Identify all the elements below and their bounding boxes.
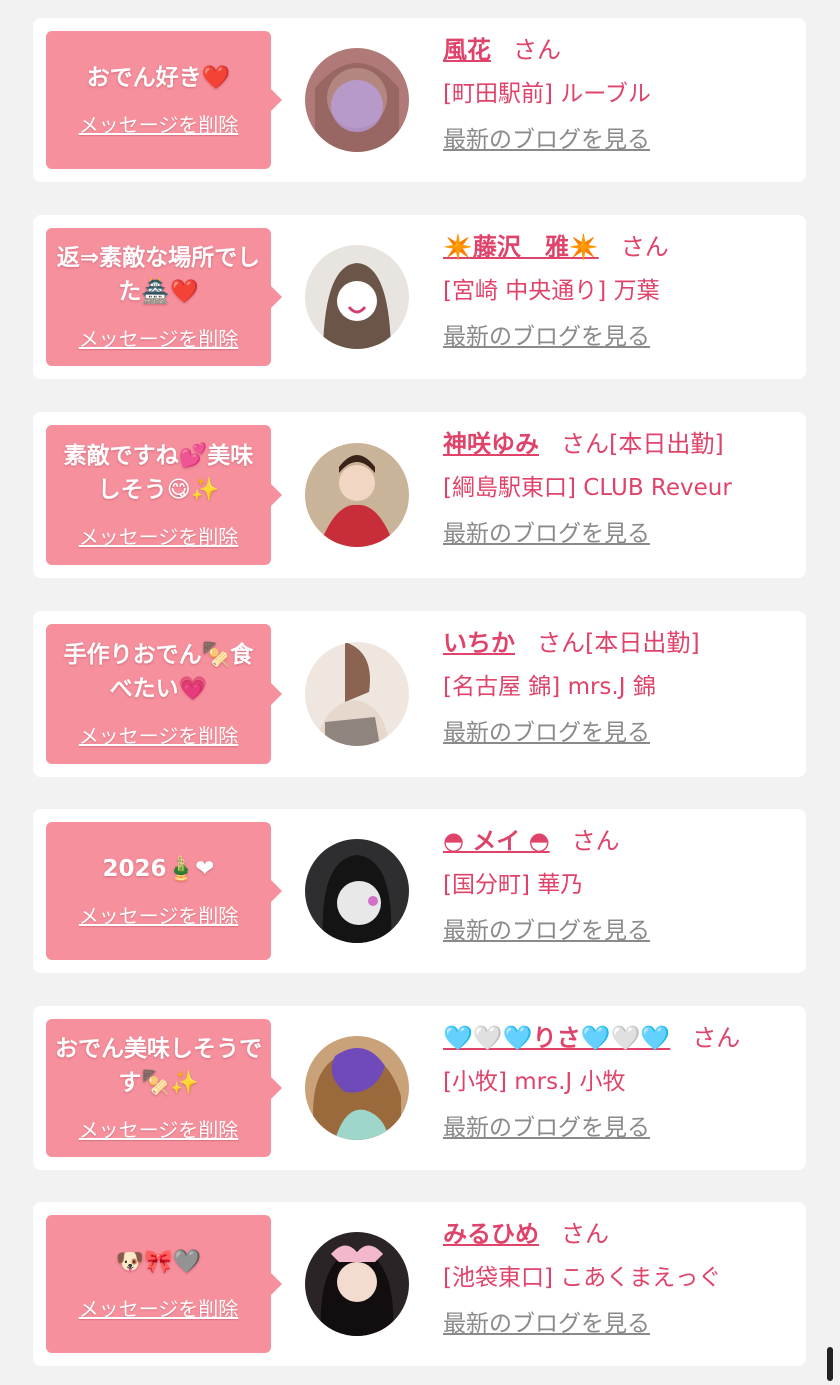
delete-message-link[interactable]: メッセージを削除 [79, 323, 239, 352]
delete-message-link[interactable]: メッセージを削除 [79, 521, 239, 550]
avatar[interactable] [305, 48, 409, 152]
shop-location: [小牧] mrs.J 小牧 [443, 1069, 626, 1095]
shop-location: [国分町] 華乃 [443, 872, 584, 898]
girl-info: 風花 さん [町田駅前] ルーブル 最新のブログを見る [443, 33, 796, 157]
girl-info: 神咲ゆみ さん[本日出勤] [綱島駅東口] CLUB Reveur 最新のブログを… [443, 427, 796, 551]
girl-name-link[interactable]: ✴️藤沢 雅✴️ [443, 233, 599, 261]
avatar[interactable] [305, 1036, 409, 1140]
delete-message-link[interactable]: メッセージを削除 [79, 1293, 239, 1322]
girl-info: みるひめ さん [池袋東口] こあくまえっぐ 最新のブログを見る [443, 1217, 796, 1341]
latest-blog-link[interactable]: 最新のブログを見る [443, 517, 650, 551]
message-list: おでん好き❤️ メッセージを削除 風花 さん [町田駅前] ルーブル 最新のブログ… [0, 0, 840, 1385]
shop-location: [綱島駅東口] CLUB Reveur [443, 475, 732, 501]
honorific: さん [513, 36, 561, 64]
shop-location: [町田駅前] ルーブル [443, 81, 651, 107]
message-text: 2026🎍❤ [102, 855, 215, 882]
message-bubble: 2026🎍❤ メッセージを削除 [46, 822, 282, 960]
message-bubble: おでん美味しそうです🍢✨ メッセージを削除 [46, 1019, 282, 1157]
honorific: さん [537, 629, 585, 657]
shop-location: [宮崎 中央通り] 万葉 [443, 278, 660, 304]
avatar[interactable] [305, 839, 409, 943]
girl-name-link[interactable]: みるひめ [443, 1220, 539, 1248]
message-text: 素敵ですね💕美味しそう😋✨ [63, 442, 254, 503]
status-label: [本日出勤] [585, 629, 700, 657]
delete-message-link[interactable]: メッセージを削除 [79, 720, 239, 749]
girl-name-link[interactable]: 神咲ゆみ [443, 430, 539, 458]
message-text: おでん好き❤️ [86, 64, 231, 91]
message-bubble: 素敵ですね💕美味しそう😋✨ メッセージを削除 [46, 425, 282, 565]
latest-blog-link[interactable]: 最新のブログを見る [443, 716, 650, 750]
delete-message-link[interactable]: メッセージを削除 [79, 900, 239, 929]
honorific: さん [692, 1024, 741, 1052]
message-text: 手作りおでん🍢食べたい💗 [63, 641, 254, 702]
message-card: 🐶🎀🩶 メッセージを削除 みるひめ さん [池袋東口] こあくまえっぐ 最新のブロ… [33, 1202, 806, 1366]
girl-info: 🩵🤍🩵りさ🩵🤍🩵 さん [小牧] mrs.J 小牧 最新のブログを見る [443, 1021, 796, 1145]
avatar[interactable] [305, 443, 409, 547]
message-card: 素敵ですね💕美味しそう😋✨ メッセージを削除 神咲ゆみ さん[本日出勤] [綱島駅… [33, 412, 806, 578]
message-bubble: 手作りおでん🍢食べたい💗 メッセージを削除 [46, 624, 282, 764]
avatar[interactable] [305, 642, 409, 746]
message-card: おでん好き❤️ メッセージを削除 風花 さん [町田駅前] ルーブル 最新のブログ… [33, 18, 806, 182]
shop-location: [名古屋 錦] mrs.J 錦 [443, 674, 656, 700]
message-card: 2026🎍❤ メッセージを削除 ◓ メイ ◓ さん [国分町] 華乃 最新のブログ… [33, 809, 806, 973]
message-card: おでん美味しそうです🍢✨ メッセージを削除 🩵🤍🩵りさ🩵🤍🩵 さん [小牧] mr… [33, 1006, 806, 1170]
message-text: 🐶🎀🩶 [115, 1248, 202, 1275]
honorific: さん [571, 827, 620, 855]
message-text: おでん美味しそうです🍢✨ [55, 1035, 262, 1096]
message-text: 返⇒素敵な場所でした🏯❤️ [56, 244, 261, 305]
girl-name-link[interactable]: ◓ メイ ◓ [443, 827, 550, 855]
girl-name-link[interactable]: いちか [443, 629, 515, 657]
avatar[interactable] [305, 245, 409, 349]
girl-name-link[interactable]: 風花 [443, 36, 491, 64]
message-bubble: おでん好き❤️ メッセージを削除 [46, 31, 282, 169]
latest-blog-link[interactable]: 最新のブログを見る [443, 1111, 650, 1145]
girl-info: いちか さん[本日出勤] [名古屋 錦] mrs.J 錦 最新のブログを見る [443, 626, 796, 750]
shop-location: [池袋東口] こあくまえっぐ [443, 1265, 722, 1291]
message-bubble: 🐶🎀🩶 メッセージを削除 [46, 1215, 282, 1353]
message-bubble: 返⇒素敵な場所でした🏯❤️ メッセージを削除 [46, 228, 282, 366]
message-card: 手作りおでん🍢食べたい💗 メッセージを削除 いちか さん[本日出勤] [名古屋 錦… [33, 611, 806, 777]
delete-message-link[interactable]: メッセージを削除 [79, 1114, 239, 1143]
avatar[interactable] [305, 1232, 409, 1336]
delete-message-link[interactable]: メッセージを削除 [79, 109, 239, 138]
honorific: さん [620, 233, 669, 261]
honorific: さん [561, 430, 609, 458]
honorific: さん [561, 1220, 609, 1248]
girl-info: ✴️藤沢 雅✴️ さん [宮崎 中央通り] 万葉 最新のブログを見る [443, 230, 796, 354]
message-card: 返⇒素敵な場所でした🏯❤️ メッセージを削除 ✴️藤沢 雅✴️ さん [宮崎 中央… [33, 215, 806, 379]
girl-info: ◓ メイ ◓ さん [国分町] 華乃 最新のブログを見る [443, 824, 796, 948]
status-label: [本日出勤] [609, 430, 724, 458]
scrollbar[interactable] [827, 1347, 833, 1381]
latest-blog-link[interactable]: 最新のブログを見る [443, 1307, 650, 1341]
girl-name-link[interactable]: 🩵🤍🩵りさ🩵🤍🩵 [443, 1024, 670, 1052]
latest-blog-link[interactable]: 最新のブログを見る [443, 320, 650, 354]
latest-blog-link[interactable]: 最新のブログを見る [443, 123, 650, 157]
latest-blog-link[interactable]: 最新のブログを見る [443, 914, 650, 948]
